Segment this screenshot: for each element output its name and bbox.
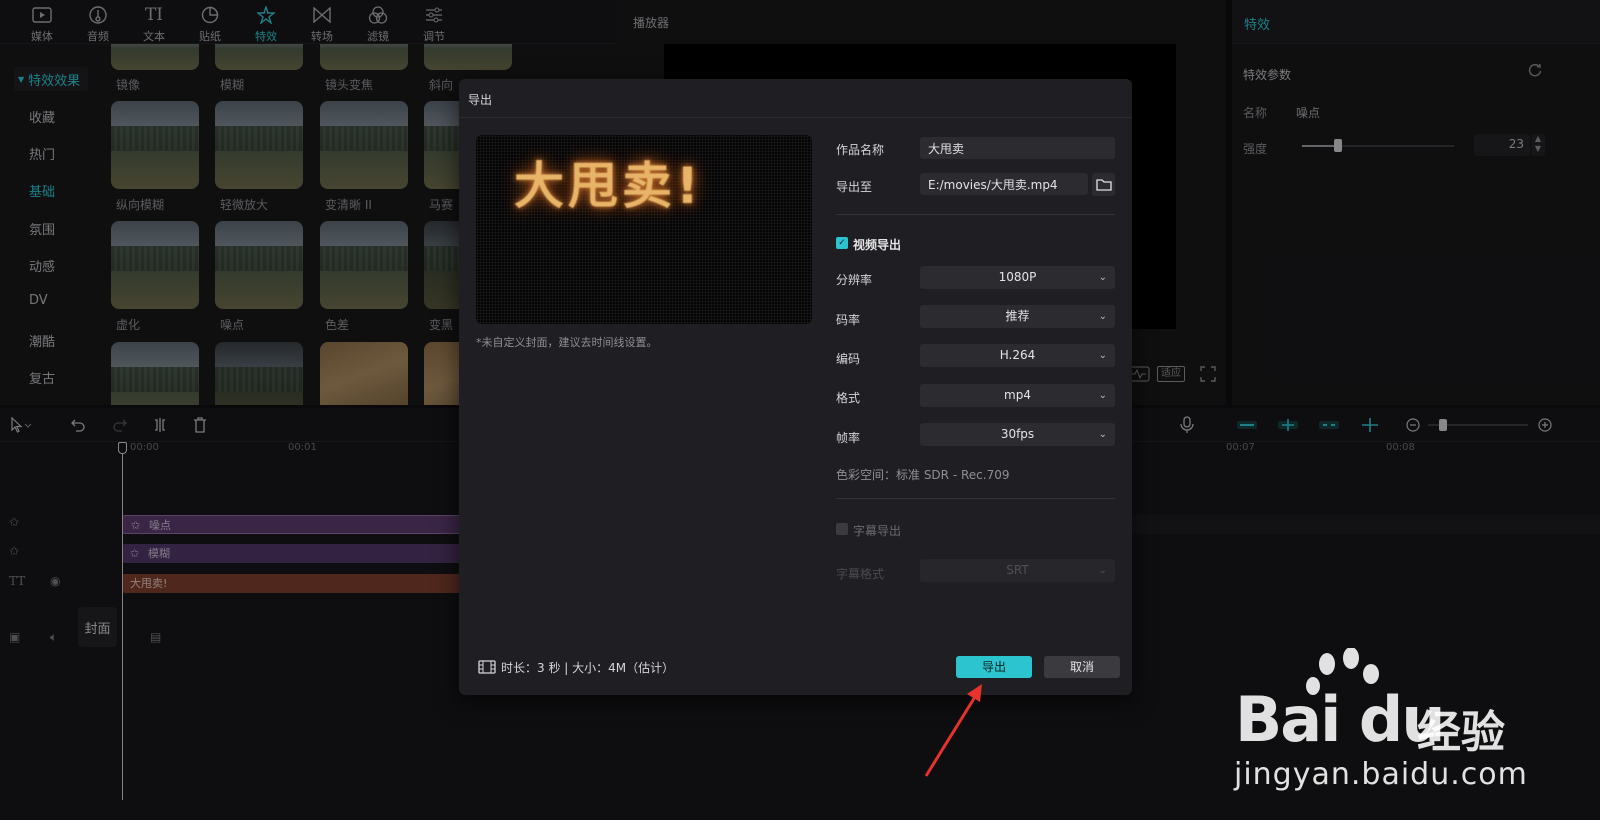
film-icon [478, 660, 496, 674]
work-name-label: 作品名称 [836, 143, 885, 157]
video-export-label: 视频导出 [853, 238, 902, 252]
format-select[interactable]: mp4 ⌄ [920, 384, 1115, 407]
chevron-down-icon: ⌄ [1098, 350, 1107, 361]
subtitle-format-value: SRT [1006, 563, 1029, 577]
chevron-down-icon: ⌄ [1098, 311, 1107, 322]
export-to-label: 导出至 [836, 180, 873, 194]
watermark-url: jingyan.baidu.com [1234, 757, 1528, 792]
chevron-down-icon: ⌄ [1098, 565, 1107, 576]
preview-title-text: 大甩卖! [514, 157, 703, 215]
framerate-select[interactable]: 30fps ⌄ [920, 423, 1115, 446]
framerate-label: 帧率 [836, 431, 861, 445]
chevron-down-icon: ⌄ [1098, 429, 1107, 440]
watermark-brand-cn: 经验 [1417, 707, 1505, 758]
watermark-brand: Bai du [1235, 683, 1445, 756]
divider [459, 117, 1132, 118]
dialog-title: 导出 [468, 93, 493, 107]
annotation-arrow [920, 680, 990, 780]
framerate-value: 30fps [1000, 427, 1035, 441]
export-button[interactable]: 导出 [956, 656, 1032, 678]
divider [836, 498, 1115, 499]
chevron-down-icon: ⌄ [1098, 272, 1107, 283]
export-path-input[interactable]: E:/movies/大甩卖.mp4 [920, 173, 1088, 195]
codec-label: 编码 [836, 352, 861, 366]
bitrate-label: 码率 [836, 313, 861, 327]
subtitle-format-select: SRT ⌄ [920, 559, 1115, 582]
subtitle-export-checkbox[interactable] [836, 523, 848, 535]
resolution-select[interactable]: 1080P ⌄ [920, 266, 1115, 289]
resolution-label: 分辨率 [836, 273, 873, 287]
subtitle-export-label: 字幕导出 [853, 524, 902, 538]
codec-value: H.264 [999, 348, 1036, 362]
chevron-down-icon: ⌄ [1098, 390, 1107, 401]
folder-icon[interactable] [1092, 173, 1115, 196]
cancel-button[interactable]: 取消 [1044, 656, 1120, 678]
duration-size-info: 时长：3 秒 | 大小：4M（估计） [501, 661, 675, 675]
resolution-value: 1080P [998, 270, 1037, 284]
format-value: mp4 [1004, 388, 1031, 402]
work-name-input[interactable]: 大甩卖 [920, 137, 1115, 159]
format-label: 格式 [836, 391, 861, 405]
codec-select[interactable]: H.264 ⌄ [920, 344, 1115, 367]
cover-hint: *未自定义封面，建议去时间线设置。 [476, 336, 658, 349]
bitrate-value: 推荐 [1005, 309, 1030, 323]
subtitle-format-label: 字幕格式 [836, 567, 885, 581]
bitrate-select[interactable]: 推荐 ⌄ [920, 305, 1115, 328]
color-space-info: 色彩空间：标准 SDR - Rec.709 [836, 468, 1010, 482]
divider [836, 214, 1115, 215]
video-export-checkbox[interactable]: ✓ [836, 237, 848, 249]
